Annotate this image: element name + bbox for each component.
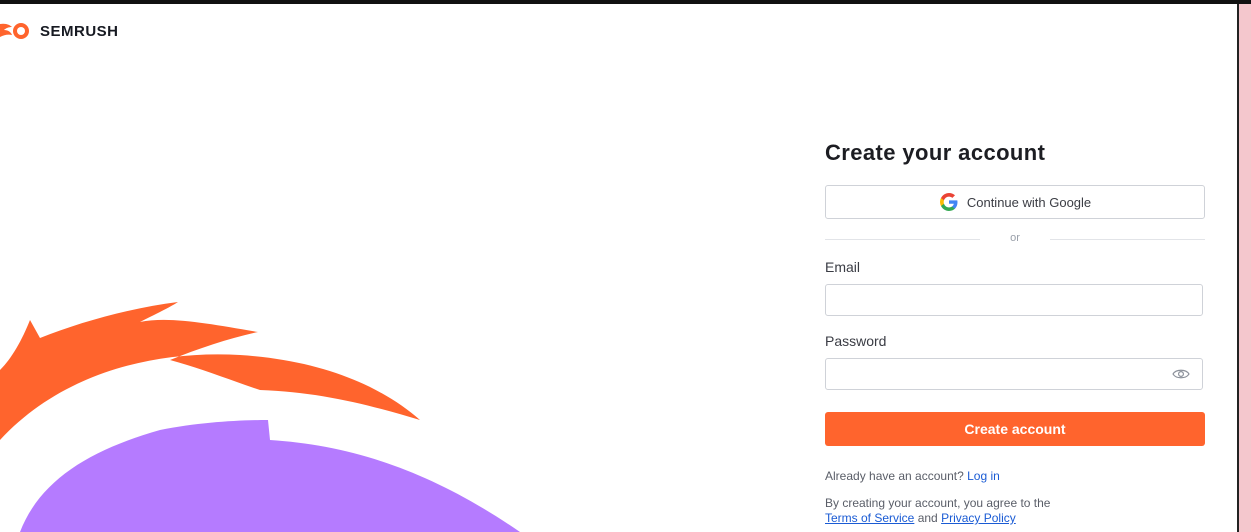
scroll-strip — [1239, 4, 1251, 532]
or-divider: or — [825, 232, 1205, 246]
brand-name: SEMRUSH — [40, 22, 119, 40]
terms-of-service-link[interactable]: Terms of Service — [825, 511, 914, 525]
create-account-button[interactable]: Create account — [825, 412, 1205, 446]
orange-flame-shape — [0, 302, 420, 440]
terms-notice: By creating your account, you agree to t… — [825, 496, 1205, 526]
login-link[interactable]: Log in — [967, 469, 1000, 483]
divider-line-right — [1050, 239, 1205, 240]
login-prompt: Already have an account? Log in — [825, 469, 1000, 483]
continue-with-google-button[interactable]: Continue with Google — [825, 185, 1205, 219]
decorative-illustration — [0, 302, 520, 532]
terms-prefix: By creating your account, you agree to t… — [825, 496, 1051, 510]
password-label: Password — [825, 333, 887, 349]
email-field[interactable] — [825, 284, 1203, 316]
brand-logo[interactable]: SEMRUSH — [0, 20, 119, 42]
eye-icon[interactable] — [1172, 367, 1190, 381]
signup-form: Create your account Continue with Google… — [825, 140, 1205, 525]
window-top-border — [0, 0, 1251, 4]
divider-label: or — [1010, 232, 1020, 244]
page-title: Create your account — [825, 140, 1046, 165]
google-button-label: Continue with Google — [966, 194, 1092, 210]
terms-and: and — [917, 511, 938, 525]
google-icon — [939, 193, 958, 211]
semrush-fireball-icon — [0, 23, 29, 39]
privacy-policy-link[interactable]: Privacy Policy — [941, 511, 1016, 525]
login-prompt-text: Already have an account? — [825, 469, 964, 483]
purple-blob-shape — [20, 420, 520, 532]
password-field[interactable] — [825, 358, 1203, 390]
email-label: Email — [825, 259, 861, 275]
